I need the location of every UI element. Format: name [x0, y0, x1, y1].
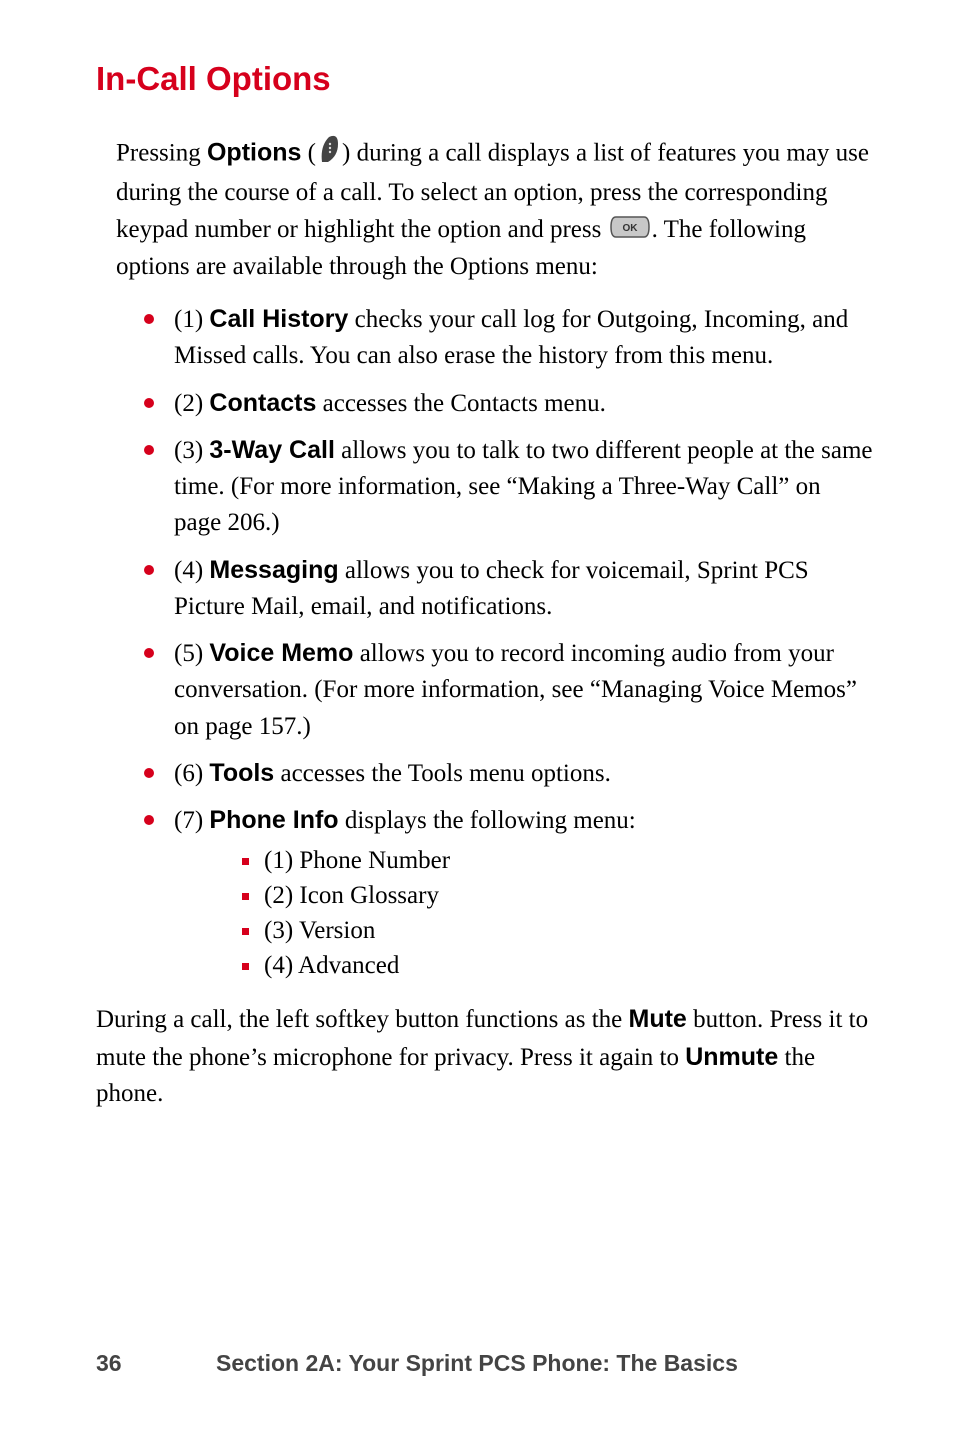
item-number: (6) — [174, 760, 209, 787]
item-title: Phone Info — [209, 806, 338, 834]
item-text: accesses the Contacts menu. — [316, 390, 606, 417]
list-item: (6) Tools accesses the Tools menu option… — [144, 755, 874, 792]
sublist-item: (2) Icon Glossary — [242, 878, 874, 913]
item-number: (7) — [174, 807, 209, 834]
list-item: (7) Phone Info displays the following me… — [144, 802, 874, 983]
list-item: (4) Messaging allows you to check for vo… — [144, 552, 874, 626]
closing-paragraph: During a call, the left softkey button f… — [96, 1001, 874, 1112]
options-list: (1) Call History checks your call log fo… — [144, 301, 874, 983]
sublist-item: (3) Version — [242, 913, 874, 948]
item-title: Tools — [209, 759, 274, 787]
end-text-a: During a call, the left softkey button f… — [96, 1006, 629, 1033]
item-number: (3) — [174, 437, 209, 464]
mute-label: Mute — [629, 1005, 687, 1033]
list-item: (3) 3-Way Call allows you to talk to two… — [144, 432, 874, 542]
phone-info-sublist: (1) Phone Number (2) Icon Glossary (3) V… — [242, 843, 874, 983]
unmute-label: Unmute — [685, 1043, 778, 1071]
page-number: 36 — [96, 1350, 216, 1377]
ok-button-icon: OK — [610, 213, 650, 249]
item-number: (5) — [174, 640, 209, 667]
item-number: (2) — [174, 390, 209, 417]
item-text: accesses the Tools menu options. — [274, 760, 611, 787]
footer-section: Section 2A: Your Sprint PCS Phone: The B… — [216, 1350, 738, 1376]
item-title: 3-Way Call — [209, 436, 335, 464]
item-title: Contacts — [209, 389, 316, 417]
sublist-item: (4) Advanced — [242, 948, 874, 983]
svg-text:OK: OK — [622, 223, 638, 234]
softkey-icon — [318, 134, 340, 175]
sublist-item: (1) Phone Number — [242, 843, 874, 878]
item-title: Voice Memo — [209, 639, 353, 667]
list-item: (5) Voice Memo allows you to record inco… — [144, 635, 874, 745]
intro-paragraph: Pressing Options () during a call displa… — [116, 134, 874, 285]
item-text: displays the following menu: — [339, 807, 636, 834]
section-heading: In-Call Options — [96, 60, 874, 98]
list-item: (2) Contacts accesses the Contacts menu. — [144, 385, 874, 422]
item-title: Call History — [209, 305, 348, 333]
item-number: (4) — [174, 557, 209, 584]
page-footer: 36Section 2A: Your Sprint PCS Phone: The… — [96, 1350, 874, 1377]
options-label: Options — [207, 138, 301, 166]
intro-text-b: ( — [301, 139, 316, 166]
intro-text-a: Pressing — [116, 139, 207, 166]
item-title: Messaging — [209, 556, 338, 584]
list-item: (1) Call History checks your call log fo… — [144, 301, 874, 375]
item-number: (1) — [174, 306, 209, 333]
